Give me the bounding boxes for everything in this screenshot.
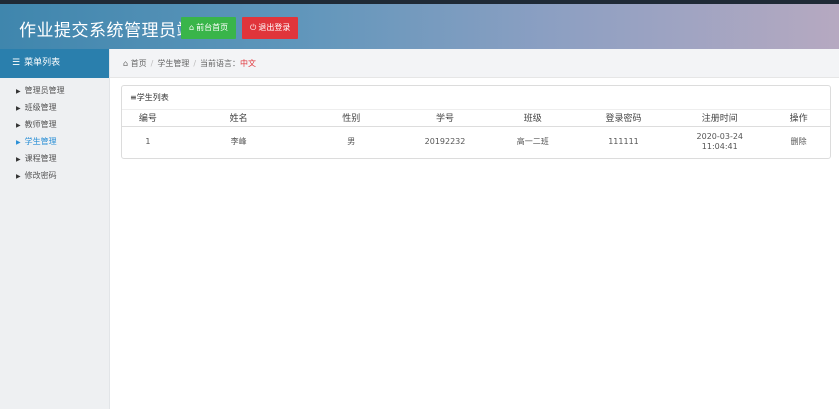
column-header: 操作	[767, 110, 830, 127]
sidebar-item-label: 修改密码	[24, 171, 57, 180]
breadcrumb-section[interactable]: 学生管理	[157, 59, 189, 68]
cell-name: 李峰	[230, 136, 247, 146]
column-header: 注册时间	[672, 110, 768, 127]
home-button-label: 前台首页	[196, 23, 229, 32]
caret-right-icon: ▶	[16, 156, 21, 163]
logout-button-label: 退出登录	[258, 23, 291, 32]
caret-right-icon: ▶	[16, 122, 21, 129]
column-header: 登录密码	[574, 110, 673, 127]
student-list-panel: ≡学生列表 编号 姓名 性别 学号 班级 登录密码 注册时间 操作 1 李峰 男…	[121, 85, 831, 159]
sidebar: ☰ 菜单列表 ▶ 管理员管理 ▶ 班级管理 ▶ 教师管理 ▶ 学生管理 ▶ 课程管理 ▶ 修改…	[0, 49, 110, 409]
cell-student-no: 20192232	[424, 136, 466, 146]
sidebar-item-label: 课程管理	[24, 154, 57, 163]
column-header: 性别	[303, 110, 400, 127]
breadcrumb-home[interactable]: 首页	[131, 59, 147, 68]
sidebar-item-label: 学生管理	[24, 137, 57, 146]
reg-date: 2020-03-24	[696, 131, 744, 141]
column-header: 班级	[490, 110, 575, 127]
sidebar-item-password[interactable]: ▶ 修改密码	[0, 167, 109, 184]
sidebar-item-admin[interactable]: ▶ 管理员管理	[0, 82, 109, 99]
cell-gender: 男	[347, 136, 356, 146]
list-icon: ☰	[12, 58, 21, 68]
sidebar-item-label: 管理员管理	[24, 86, 65, 95]
logout-button[interactable]: ⏻ 退出登录	[242, 17, 299, 39]
column-header: 学号	[399, 110, 491, 127]
home-button[interactable]: ⌂ 前台首页	[181, 17, 237, 39]
panel-title-label: 学生列表	[136, 93, 169, 102]
watermark	[668, 399, 828, 409]
breadcrumb-lang-label: 当前语言：	[200, 59, 241, 68]
header: 作业提交系统管理员端 ⌂ 前台首页 ⏻ 退出登录	[0, 4, 839, 49]
caret-right-icon: ▶	[16, 139, 21, 146]
sidebar-item-course[interactable]: ▶ 课程管理	[0, 150, 109, 167]
app-title: 作业提交系统管理员端	[19, 21, 194, 41]
panel-title: ≡学生列表	[122, 86, 830, 110]
sidebar-item-class[interactable]: ▶ 班级管理	[0, 99, 109, 116]
power-icon: ⏻	[250, 23, 257, 32]
breadcrumb-lang-value: 中文	[240, 59, 257, 68]
table-row: 1 李峰 男 20192232 高一二班 111111 2020-03-24 1…	[122, 126, 830, 157]
breadcrumb-separator: /	[150, 59, 154, 68]
cell-action: 删除	[767, 126, 830, 157]
caret-right-icon: ▶	[16, 88, 21, 95]
sidebar-heading: ☰ 菜单列表	[0, 49, 109, 78]
caret-right-icon: ▶	[16, 173, 21, 180]
cell-reg-time: 2020-03-24 11:04:41	[672, 126, 767, 157]
sidebar-item-label: 教师管理	[24, 120, 57, 129]
cell-password: 111111	[608, 136, 639, 146]
delete-link[interactable]: 删除	[791, 137, 807, 146]
sidebar-item-student[interactable]: ▶ 学生管理	[0, 133, 109, 150]
sidebar-item-label: 班级管理	[24, 103, 57, 112]
table-header-row: 编号 姓名 性别 学号 班级 登录密码 注册时间 操作	[122, 110, 830, 127]
breadcrumb: ⌂ 首页 / 学生管理 / 当前语言：中文	[110, 49, 839, 78]
column-header: 编号	[122, 110, 174, 127]
breadcrumb-separator: /	[193, 59, 197, 68]
home-icon: ⌂	[123, 59, 129, 68]
cell-class: 高一二班	[516, 136, 549, 146]
reg-clock: 11:04:41	[701, 141, 738, 151]
column-header: 姓名	[173, 110, 304, 127]
cell-id: 1	[145, 136, 151, 146]
sidebar-heading-label: 菜单列表	[24, 58, 61, 68]
list-icon: ≡	[130, 93, 137, 102]
caret-right-icon: ▶	[16, 105, 21, 112]
sidebar-item-teacher[interactable]: ▶ 教师管理	[0, 116, 109, 133]
student-table: 编号 姓名 性别 学号 班级 登录密码 注册时间 操作 1 李峰 男 20192…	[122, 110, 830, 157]
sidebar-menu: ▶ 管理员管理 ▶ 班级管理 ▶ 教师管理 ▶ 学生管理 ▶ 课程管理 ▶ 修改密码	[0, 78, 109, 184]
home-icon: ⌂	[189, 23, 195, 32]
